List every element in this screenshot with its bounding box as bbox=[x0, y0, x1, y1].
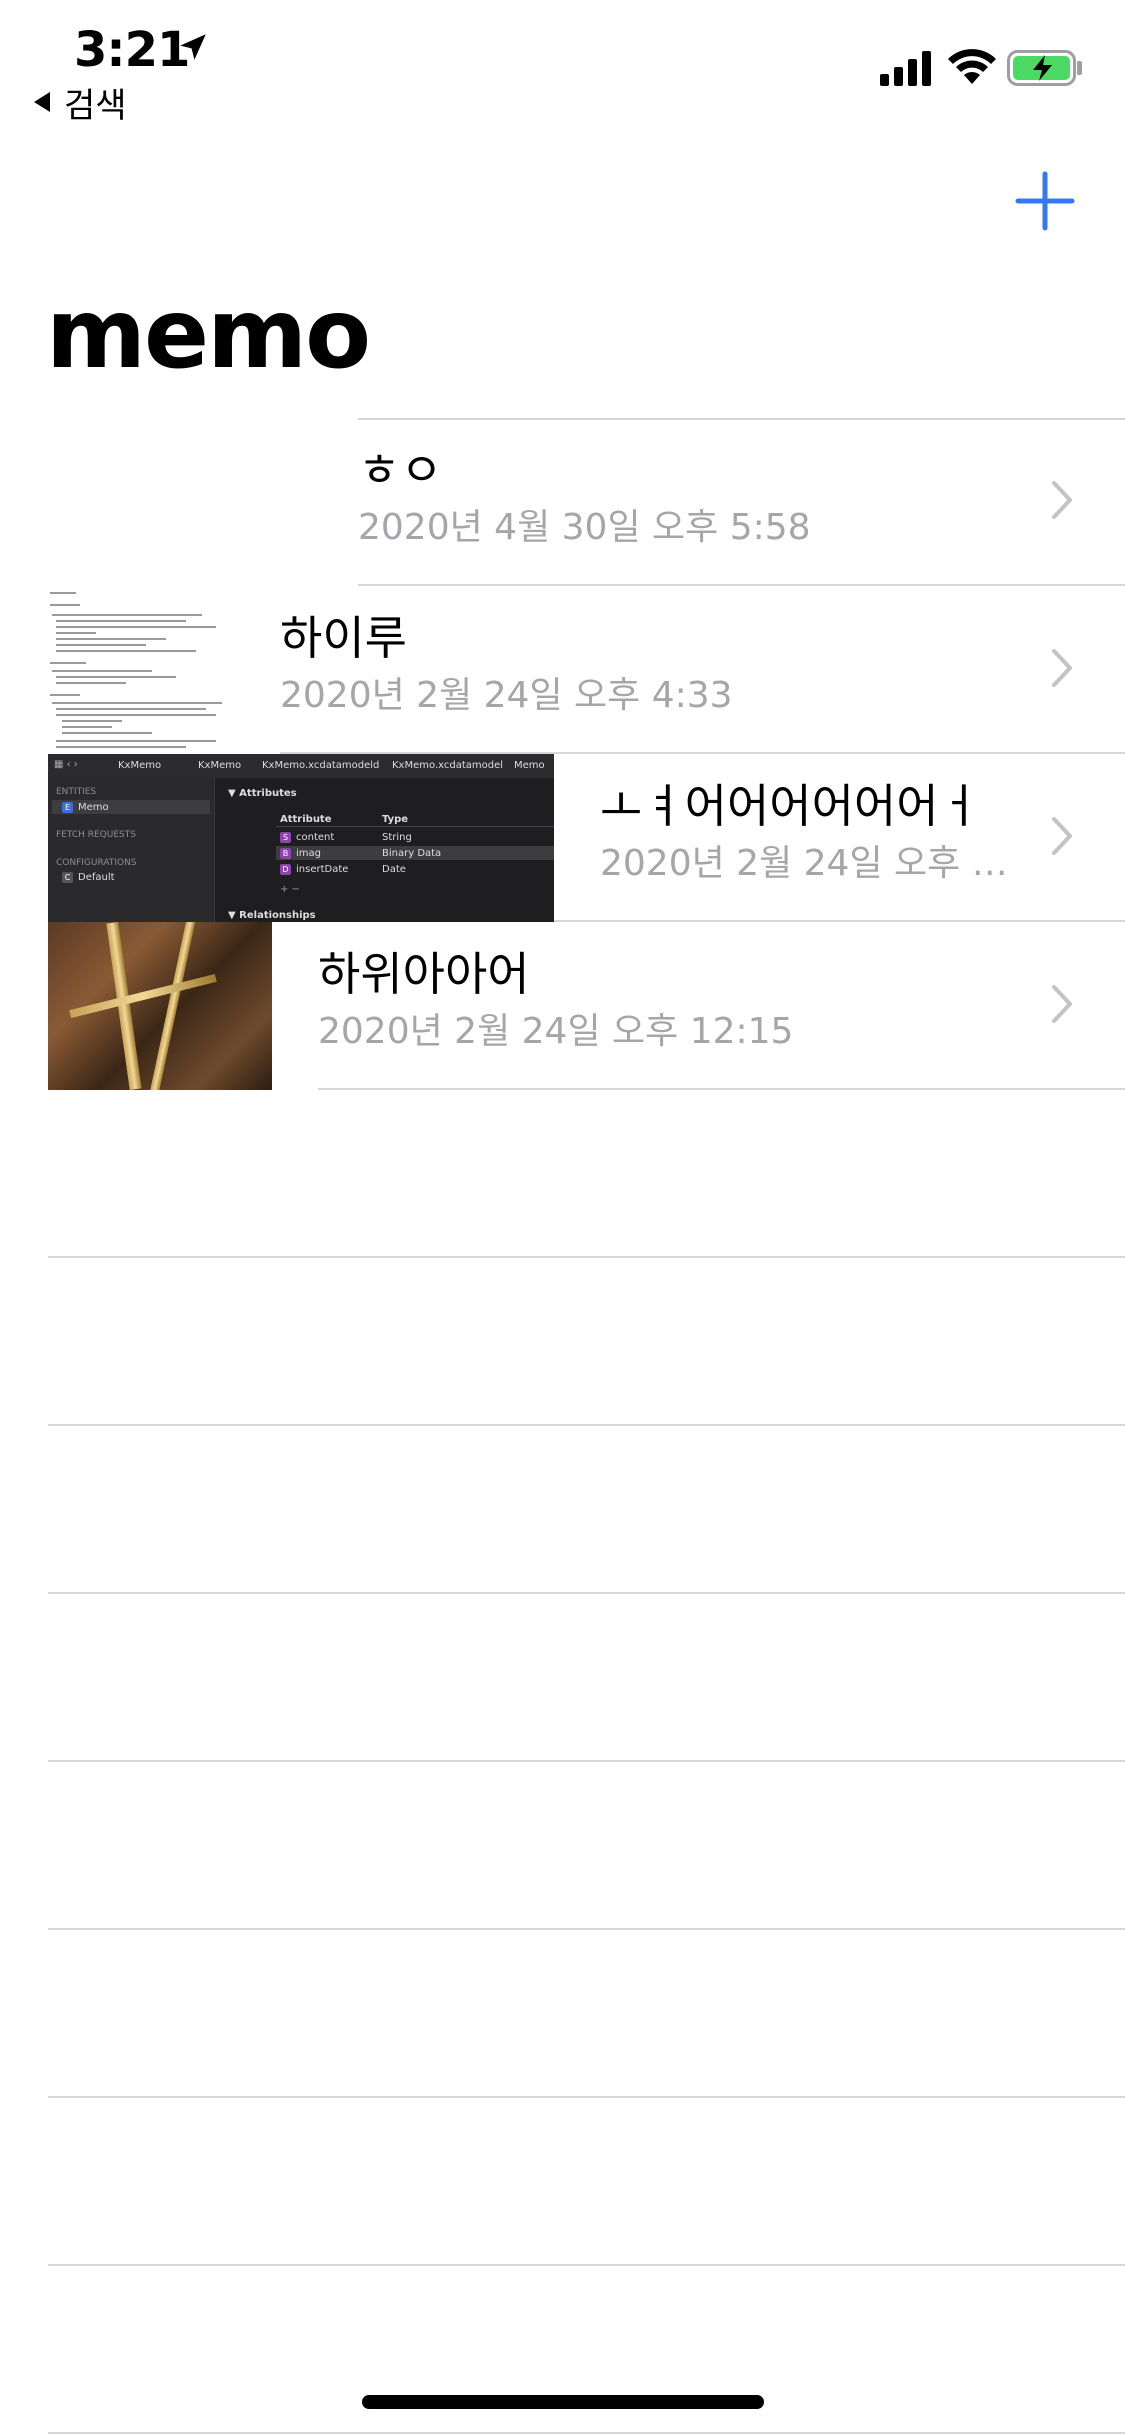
memo-date: 2020년 2월 24일 오후 4:33 bbox=[280, 675, 733, 716]
back-to-search-button[interactable]: 검색 bbox=[30, 78, 127, 126]
status-bar: 3:21 검색 bbox=[0, 0, 1125, 140]
empty-row bbox=[0, 1258, 1125, 1426]
empty-row bbox=[0, 1426, 1125, 1594]
memo-text: 하이루 2020년 2월 24일 오후 4:33 bbox=[280, 608, 1025, 724]
location-arrow-icon bbox=[180, 34, 206, 60]
battery-charging-icon bbox=[1007, 50, 1082, 86]
home-indicator[interactable] bbox=[362, 2395, 764, 2409]
memo-row[interactable]: ㅎㅇ 2020년 4월 30일 오후 5:58 bbox=[0, 418, 1125, 586]
memo-date: 2020년 2월 24일 오후 12:15 bbox=[318, 1011, 794, 1052]
chevron-right-icon bbox=[1052, 481, 1072, 519]
status-time: 3:21 bbox=[74, 22, 190, 78]
add-memo-button[interactable] bbox=[1012, 168, 1078, 234]
cellular-signal-icon bbox=[880, 51, 931, 86]
memo-thumbnail-xcode: ▦ ‹ › KxMemo KxMemo KxMemo.xcdatamodeld … bbox=[48, 754, 554, 922]
back-triangle-icon bbox=[34, 92, 50, 112]
memo-title: 하이루 bbox=[280, 611, 407, 665]
memo-row[interactable]: ▦ ‹ › KxMemo KxMemo KxMemo.xcdatamodeld … bbox=[0, 754, 1125, 922]
chevron-right-icon bbox=[1052, 817, 1072, 855]
wifi-icon bbox=[948, 49, 996, 84]
memo-thumbnail-photo bbox=[48, 922, 272, 1090]
memo-row[interactable]: 하위아아어 2020년 2월 24일 오후 12:15 bbox=[0, 922, 1125, 1090]
chevron-right-icon bbox=[1052, 985, 1072, 1023]
page-title: memo bbox=[46, 278, 371, 390]
memo-date: 2020년 4월 30일 오후 5:58 bbox=[358, 507, 811, 548]
chevron-right-icon bbox=[1052, 649, 1072, 687]
memo-title: ㅗㅕ어어어어어어ㅓ bbox=[600, 779, 981, 833]
memo-text: 하위아아어 2020년 2월 24일 오후 12:15 bbox=[318, 944, 1025, 1060]
memo-date: 2020년 2월 24일 오후 12... bbox=[600, 843, 1025, 884]
empty-row bbox=[0, 1930, 1125, 2098]
back-label: 검색 bbox=[64, 85, 127, 126]
empty-row bbox=[0, 1762, 1125, 1930]
empty-row bbox=[0, 1090, 1125, 1258]
memo-text: ㅗㅕ어어어어어어ㅓ 2020년 2월 24일 오후 12... bbox=[600, 776, 1025, 892]
memo-text: ㅎㅇ 2020년 4월 30일 오후 5:58 bbox=[358, 440, 1025, 556]
memo-title: 하위아아어 bbox=[318, 947, 530, 1001]
memo-list: ㅎㅇ 2020년 4월 30일 오후 5:58 하이루 2020년 2월 24일… bbox=[0, 418, 1125, 2434]
memo-title: ㅎㅇ bbox=[358, 443, 443, 497]
memo-thumbnail-document bbox=[48, 586, 248, 754]
empty-row bbox=[0, 1594, 1125, 1762]
empty-row bbox=[0, 2098, 1125, 2266]
memo-row[interactable]: 하이루 2020년 2월 24일 오후 4:33 bbox=[0, 586, 1125, 754]
row-separator bbox=[358, 418, 1125, 420]
